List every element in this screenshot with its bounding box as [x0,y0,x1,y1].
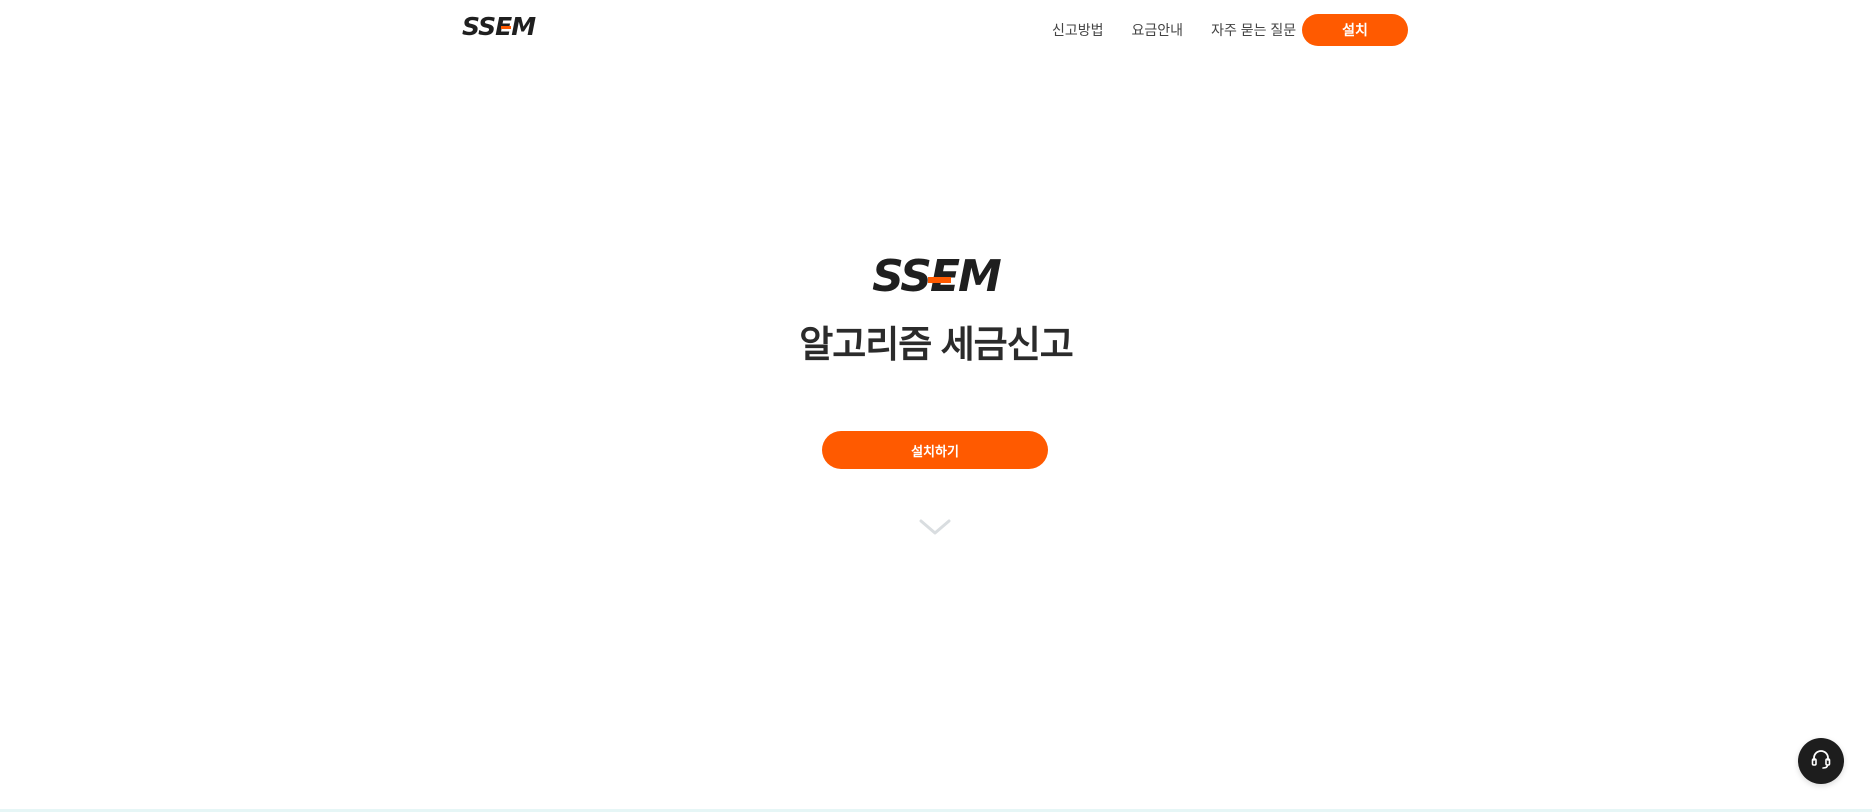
nav-item-how-to-report[interactable]: 신고방법 [1052,18,1104,42]
hero-logo-accent-mark [928,277,951,283]
hero-headline: 알고리즘 세금신고 [799,324,1074,365]
hero-install-button[interactable]: 설치하기 [822,431,1048,469]
nav-item-pricing[interactable]: 요금안내 [1132,18,1184,42]
support-chat-button[interactable] [1798,738,1844,784]
page: SSEM 신고방법 요금안내 자주 묻는 질문 설치 SSEM 알고리즘 세금신… [0,0,1872,812]
header-logo[interactable]: SSEM [462,12,538,42]
nav-item-faq[interactable]: 자주 묻는 질문 [1211,18,1296,42]
headset-icon [1809,747,1833,776]
logo-accent-mark [501,26,511,29]
logo-text: SSEM [462,12,536,41]
chevron-down-icon[interactable] [919,518,951,536]
header: SSEM 신고방법 요금안내 자주 묻는 질문 설치 [0,0,1872,60]
hero-logo: SSEM [866,254,1006,300]
header-install-button[interactable]: 설치 [1302,14,1408,46]
main-nav: 신고방법 요금안내 자주 묻는 질문 [1052,18,1324,42]
